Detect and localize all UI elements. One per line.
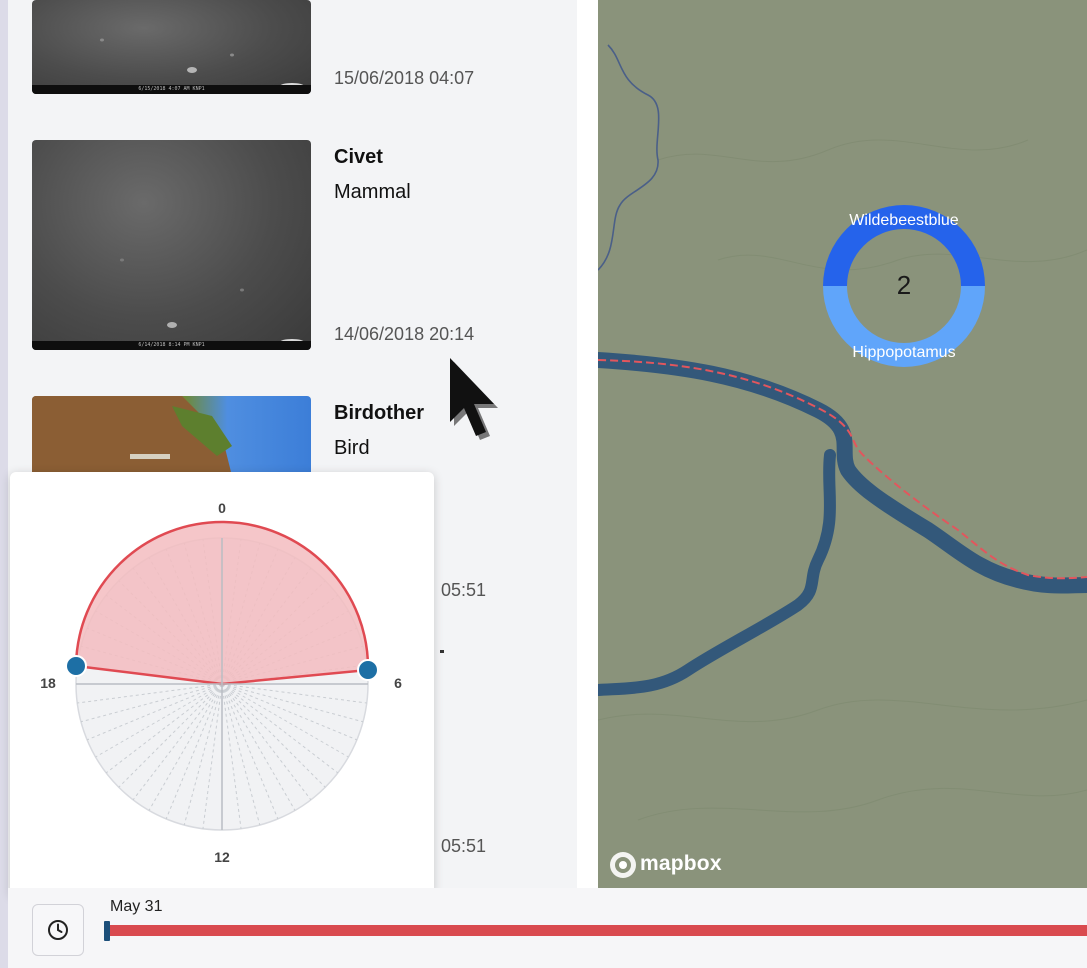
- mouse-cursor-icon: [450, 358, 498, 440]
- sighting-timestamp: 05:51: [441, 836, 487, 856]
- image-banner-text: 6/14/2018 8:14 PM KNP1: [138, 342, 205, 348]
- sighting-timestamp: 14/06/2018 20:14: [334, 324, 475, 344]
- map-canvas: [598, 44, 1087, 821]
- clock-icon: [48, 920, 68, 940]
- image-banner-text: 6/15/2018 4:07 AM KNP1: [138, 86, 205, 92]
- dial-label-0: 0: [218, 500, 226, 516]
- map[interactable]: Wildebeestblue 2 Hippopotamus mapbox: [598, 0, 1087, 888]
- camera-trap-image: [100, 38, 304, 89]
- timeline-track[interactable]: [108, 925, 1087, 936]
- time-of-day-filter-popup[interactable]: 0 6 12 18: [10, 472, 434, 896]
- timeline-handle[interactable]: [104, 921, 110, 941]
- camera-trap-image: [120, 258, 304, 345]
- cluster-count[interactable]: 2: [884, 270, 924, 301]
- mapbox-attribution[interactable]: mapbox: [640, 852, 722, 876]
- sighting-species: Civet: [334, 146, 383, 168]
- timeline-bar: May 31: [8, 888, 1087, 968]
- window-edge: [0, 0, 8, 968]
- sighting-timestamp: 15/06/2018 04:07: [334, 68, 475, 88]
- sighting-thumbnail[interactable]: 6/15/2018 4:07 AM KNP1: [32, 0, 311, 94]
- cluster-top-label: Wildebeestblue: [849, 212, 959, 229]
- sighting-thumbnail[interactable]: 6/14/2018 8:14 PM KNP1: [32, 140, 311, 350]
- sighting-category: Mammal: [334, 181, 411, 203]
- sighting-category: Bird: [334, 437, 370, 459]
- timeline-start-label: May 31: [110, 898, 163, 915]
- dial-label-18: 18: [40, 675, 56, 691]
- list-scrollbar[interactable]: [577, 0, 598, 888]
- truncated-text: [440, 650, 444, 653]
- sighting-species: Birdother: [334, 402, 424, 424]
- time-filter-button[interactable]: [32, 904, 84, 956]
- dial-label-12: 12: [214, 849, 230, 865]
- time-of-day-dial[interactable]: [10, 472, 434, 896]
- cluster-bottom-label: Hippopotamus: [852, 344, 956, 361]
- dial-label-6: 6: [394, 675, 402, 691]
- sighting-timestamp: 05:51: [441, 580, 487, 600]
- range-start-handle[interactable]: [65, 655, 87, 677]
- mapbox-logo-icon: [610, 852, 636, 878]
- range-end-handle[interactable]: [357, 659, 379, 681]
